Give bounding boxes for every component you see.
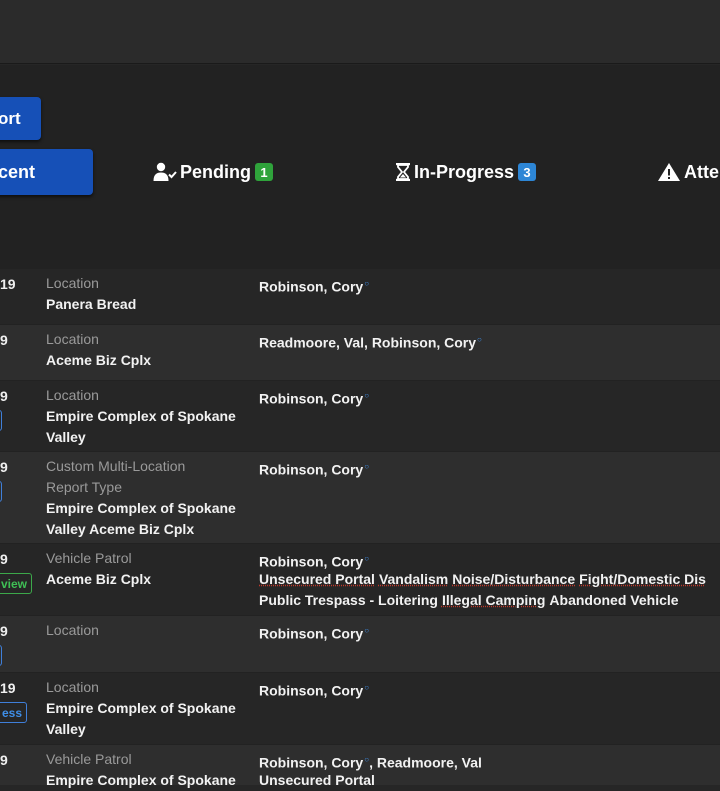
assigned-officers: Readmoore, Val, Robinson, Cory○ [259,329,482,354]
status-badge[interactable]: view [0,573,32,594]
row-date: 9 [0,388,8,404]
tab-attention-label: Atte [684,161,719,182]
location-name: Empire Complex of Spokane Valley [46,700,236,737]
location-type: Vehicle Patrol [46,550,132,566]
officer-names: Robinson, Cory [259,461,364,478]
officer-indicator-icon: ○ [364,391,370,400]
report-button[interactable]: ort [0,97,41,140]
location-name: Empire Complex of Spokane Valley Aceme B… [46,500,236,537]
officer-names: Robinson, Cory [259,682,364,699]
status-badge[interactable] [0,481,2,502]
row-date: 9 [0,459,8,475]
officer-indicator-icon: ○ [364,554,370,563]
table-row[interactable]: 19 ess Location Empire Complex of Spokan… [0,673,720,744]
row-date: 19 [0,276,16,292]
user-check-icon [153,162,177,182]
assigned-officers: Robinson, Cory○ [259,677,369,702]
status-badge[interactable] [0,645,2,666]
location-name: Empire Complex of Spokane [46,772,236,788]
top-bar [0,0,720,64]
row-date: 9 [0,623,8,639]
incident-tag: Fight/Domestic Dis [579,571,706,587]
location-type: Location [46,331,99,347]
tab-pending[interactable]: Pending 1 [153,149,273,195]
assigned-officers: Robinson, Cory○ [259,620,369,645]
table-row[interactable]: 9 Location Robinson, Cory○ [0,616,720,672]
row-date: 9 [0,332,8,348]
incident-tag: Abandoned Vehicle [549,592,679,608]
officer-indicator-icon: ○ [364,462,370,471]
incident-tag: Illegal Camping [441,592,546,608]
officer-names: Robinson, Cory [259,754,364,771]
tab-in-progress-label: In-Progress [414,161,515,182]
location-type: Location [46,275,99,291]
incident-tag: Vandalism [378,571,449,587]
row-date: 9 [0,752,8,768]
assigned-officers: Robinson, Cory○ [259,456,369,481]
incident-tag: Public Trespass - Loitering [259,592,438,608]
tab-pending-label: Pending [180,161,251,182]
table-row[interactable]: 19 Location Panera Bread Robinson, Cory○ [0,269,720,324]
row-date: 9 [0,551,8,567]
tab-recent[interactable]: cent [0,149,93,195]
location-type: Location [46,622,99,638]
table-row[interactable]: 9 Location Empire Complex of Spokane Val… [0,381,720,451]
location-name: Aceme Biz Cplx [46,571,152,587]
table-row[interactable]: 9 Location Aceme Biz Cplx Readmoore, Val… [0,325,720,380]
location-name: Aceme Biz Cplx [46,352,152,368]
status-badge[interactable] [0,410,2,431]
officer-indicator-icon: ○ [477,335,482,344]
location-name: Panera Bread [46,296,137,312]
incident-tags: Unsecured Portal Vandalism Noise/Disturban… [259,569,720,611]
row-date: 19 [0,680,16,696]
officer-names: Readmoore, Val, Robinson, Cory [259,334,477,351]
tab-recent-label: cent [0,161,36,182]
hourglass-icon [395,162,411,182]
assigned-officers: Robinson, Cory○ [259,273,369,298]
tab-attention[interactable]: Atte [657,149,719,195]
officer-names: Robinson, Cory [259,390,364,407]
location-type: Location [46,387,99,403]
officer-names: Robinson, Cory [259,278,364,295]
table-row[interactable]: 9 Custom Multi-Location Report Type Empi… [0,452,720,543]
assigned-officers: Robinson, Cory○ [259,385,369,410]
officer-indicator-icon: ○ [364,626,370,635]
incident-tag: Noise/Disturbance [452,571,576,587]
incident-tag: Unsecured Portal [259,571,375,587]
location-type: Custom Multi-Location Report Type [46,458,186,495]
table-row[interactable]: 9 view Vehicle Patrol Aceme Biz Cplx Rob… [0,544,720,615]
location-name: Empire Complex of Spokane Valley [46,408,236,445]
officer-names: Robinson, Cory [259,553,364,570]
officer-names: , Readmoore, Val [369,754,482,771]
pending-count-badge: 1 [255,163,273,181]
officer-names: Robinson, Cory [259,625,364,642]
status-badge[interactable]: ess [0,702,27,723]
incident-tags: Unsecured Portal [259,770,720,791]
officer-indicator-icon: ○ [364,683,370,692]
officer-indicator-icon: ○ [364,279,370,288]
table-row[interactable]: 9 Vehicle Patrol Empire Complex of Spoka… [0,745,720,788]
in-progress-count-badge: 3 [518,163,537,181]
tab-bar: cent Pending 1 In-Progress 3 Atte [0,149,720,195]
tab-in-progress[interactable]: In-Progress 3 [395,149,537,195]
incident-tag: Unsecured Portal [259,772,375,788]
location-type: Vehicle Patrol [46,751,132,767]
location-type: Location [46,679,99,695]
warning-icon [657,162,681,182]
